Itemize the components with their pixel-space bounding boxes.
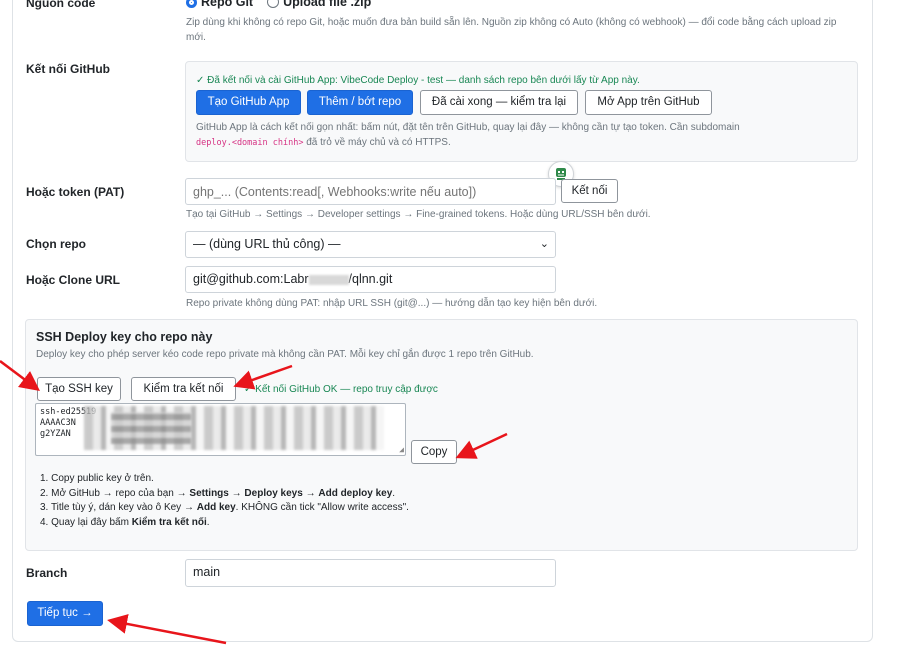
radio-zip[interactable]: Upload file .zip (267, 0, 371, 9)
add-remove-repo-button[interactable]: Thêm / bớt repo (307, 90, 413, 115)
github-status: ✓ Đã kết nối và cài GitHub App: VibeCode… (196, 75, 640, 86)
copy-key-button[interactable]: Copy (411, 440, 457, 464)
github-help: GitHub App là cách kết nối gọn nhất: bấm… (196, 122, 740, 148)
ssh-status: ✓ Kết nối GitHub OK — repo truy cập được (244, 384, 438, 395)
radio-checked-icon (186, 0, 197, 8)
create-ssh-key-button[interactable]: Tạo SSH key (37, 377, 121, 401)
ssh-steps: 1. Copy public key ở trên. 2. Mở GitHub … (40, 472, 409, 530)
ssh-subtitle: Deploy key cho phép server kéo code repo… (36, 349, 534, 360)
radio-unchecked-icon (267, 0, 280, 8)
subdomain-code: deploy.<domain chính> (196, 138, 304, 148)
public-key-textarea[interactable]: ssh-ed25519 AAAAC3N g2YZAN ◢ (35, 403, 406, 456)
ssh-title: SSH Deploy key cho repo này (36, 330, 213, 344)
source-radio-group: Repo Git Upload file .zip (186, 0, 371, 9)
token-input[interactable] (185, 178, 556, 205)
redacted-block (308, 274, 349, 285)
step-2: 2. Mở GitHub → repo của bạn → Settings →… (40, 487, 396, 499)
step-4: 4. Quay lại đây bấm Kiểm tra kết nối. (40, 516, 210, 528)
clone-label: Hoặc Clone URL (26, 273, 121, 287)
check-installed-button[interactable]: Đã cài xong — kiểm tra lại (420, 90, 578, 115)
github-label: Kết nối GitHub (26, 62, 110, 76)
chevron-down-icon: ⌄ (539, 238, 549, 250)
redacted-key-detail (111, 412, 191, 444)
token-help: Tạo tại GitHub → Settings → Developer se… (186, 209, 651, 220)
branch-input[interactable]: main (185, 559, 556, 587)
connect-token-button[interactable]: Kết nối (561, 179, 618, 203)
step-3: 3. Title tùy ý, dán key vào ô Key → Add … (40, 502, 409, 513)
clone-url-input[interactable]: git@github.com:Labr/qlnn.git (185, 266, 556, 293)
source-help: Zip dùng khi không có repo Git, hoặc muố… (186, 17, 837, 43)
radio-git[interactable]: Repo Git (186, 0, 253, 9)
branch-label: Branch (26, 566, 68, 580)
check-connection-button[interactable]: Kiểm tra kết nối (131, 377, 236, 401)
create-github-app-button[interactable]: Tạo GitHub App (196, 90, 301, 115)
repo-label: Chọn repo (26, 237, 86, 251)
clone-help: Repo private không dùng PAT: nhập URL SS… (186, 298, 598, 309)
open-app-github-button[interactable]: Mở App trên GitHub (585, 90, 712, 115)
continue-button[interactable]: Tiếp tục → (27, 601, 103, 626)
source-label: Nguồn code (26, 0, 96, 10)
resize-handle-icon[interactable]: ◢ (399, 444, 404, 455)
token-label: Hoặc token (PAT) (26, 185, 125, 199)
repo-select[interactable]: — (dùng URL thủ công) — ⌄ (185, 231, 556, 258)
step-1: 1. Copy public key ở trên. (40, 473, 154, 484)
